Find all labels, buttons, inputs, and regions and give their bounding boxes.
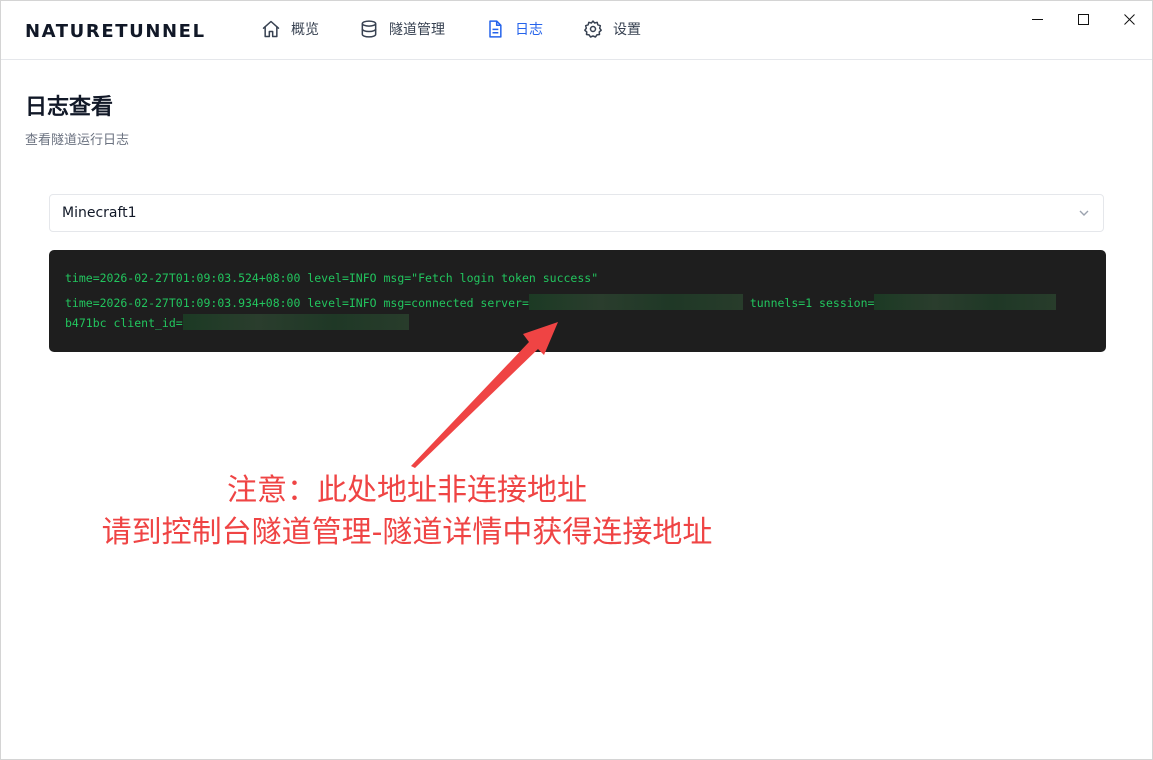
tunnel-select[interactable]: Minecraft1 bbox=[49, 194, 1104, 232]
log-text: tunnels=1 session= bbox=[742, 296, 875, 310]
annotation-arrow bbox=[411, 322, 558, 468]
log-text: b471bc client_id= bbox=[65, 316, 183, 330]
nav-label: 隧道管理 bbox=[389, 22, 445, 38]
window-controls bbox=[1014, 1, 1152, 37]
log-line: b471bc client_id= bbox=[65, 313, 1090, 333]
top-bar: NATURETUNNEL 概览 隧道管理 日志 设置 bbox=[1, 1, 1152, 60]
annotation-note-line1: 注意：此处地址非连接地址 bbox=[227, 473, 587, 508]
nav-label: 日志 bbox=[515, 22, 543, 38]
nav-item-logs[interactable]: 日志 bbox=[485, 17, 543, 41]
tunnel-select-value: Minecraft1 bbox=[62, 205, 137, 221]
chevron-down-icon bbox=[1079, 210, 1089, 216]
nav-label: 设置 bbox=[613, 22, 641, 38]
page-title: 日志查看 bbox=[25, 95, 114, 120]
nav-item-overview[interactable]: 概览 bbox=[261, 17, 319, 41]
nav-item-tunnels[interactable]: 隧道管理 bbox=[359, 17, 445, 41]
database-icon bbox=[361, 20, 377, 38]
log-line: time=2026-02-27T01:09:03.524+08:00 level… bbox=[65, 268, 1090, 288]
close-button[interactable] bbox=[1106, 1, 1152, 37]
log-output: time=2026-02-27T01:09:03.524+08:00 level… bbox=[49, 250, 1106, 352]
gear-icon bbox=[584, 20, 602, 38]
redacted-client-id bbox=[182, 314, 409, 330]
maximize-button[interactable] bbox=[1060, 1, 1106, 37]
page-subtitle: 查看隧道运行日志 bbox=[25, 133, 130, 148]
minimize-button[interactable] bbox=[1014, 1, 1060, 37]
home-icon bbox=[262, 20, 280, 38]
nav-label: 概览 bbox=[291, 22, 319, 38]
nav-item-settings[interactable]: 设置 bbox=[583, 17, 641, 41]
file-text-icon bbox=[489, 20, 502, 38]
log-line: time=2026-02-27T01:09:03.934+08:00 level… bbox=[65, 293, 1090, 313]
maximize-icon bbox=[1077, 13, 1089, 25]
redacted-session-id bbox=[874, 294, 1057, 310]
annotation-note-line2: 请到控制台隧道管理-隧道详情中获得连接地址 bbox=[101, 515, 713, 550]
main-nav: 概览 隧道管理 日志 设置 bbox=[261, 17, 681, 41]
minimize-icon bbox=[1031, 18, 1043, 20]
app-brand: NATURETUNNEL bbox=[25, 21, 206, 42]
redacted-server-address bbox=[528, 294, 743, 310]
log-text: time=2026-02-27T01:09:03.524+08:00 level… bbox=[65, 271, 599, 285]
close-icon bbox=[1123, 13, 1135, 25]
log-text: time=2026-02-27T01:09:03.934+08:00 level… bbox=[65, 296, 529, 310]
arrow-shape bbox=[411, 322, 558, 468]
